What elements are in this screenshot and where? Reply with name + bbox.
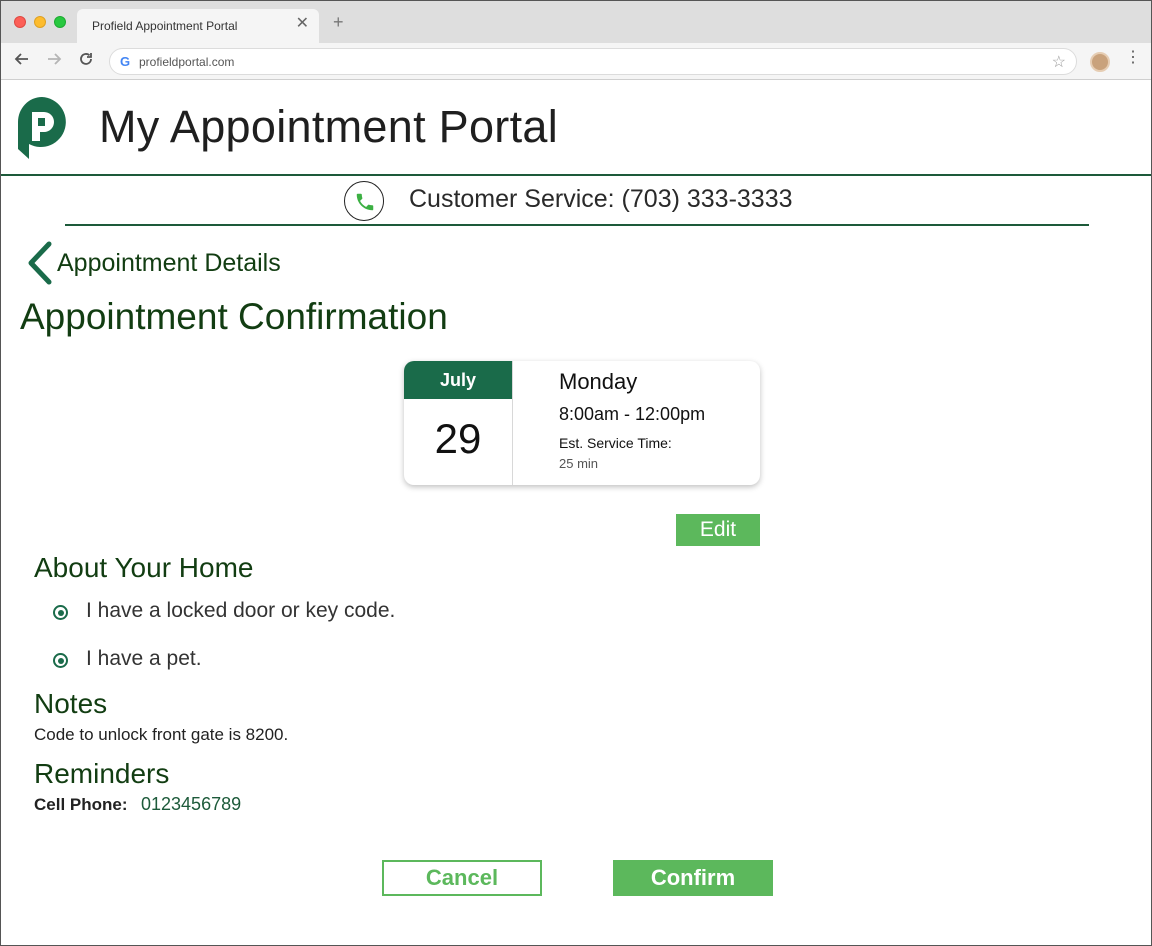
minimize-window-button[interactable]: [34, 16, 46, 28]
app-title: My Appointment Portal: [99, 101, 559, 152]
notes-text: Code to unlock front gate is 8200.: [34, 725, 289, 744]
about-home-heading: About Your Home: [34, 552, 254, 583]
back-arrow-icon[interactable]: [14, 51, 30, 71]
browser-window: Profield Appointment Portal ✕ + G profie…: [0, 0, 1152, 946]
est-service-time-label: Est. Service Time:: [559, 435, 672, 451]
cell-phone-label: Cell Phone:: [34, 795, 128, 814]
radio-selected-icon[interactable]: [53, 653, 68, 668]
radio-selected-icon[interactable]: [53, 605, 68, 620]
customer-service-bar: Customer Service: (703) 333-3333: [1, 179, 1151, 221]
address-bar[interactable]: G profieldportal.com ☆: [109, 48, 1077, 75]
cell-phone-value: 0123456789: [141, 794, 242, 814]
notes-heading: Notes: [34, 688, 108, 719]
cancel-button[interactable]: Cancel: [382, 860, 542, 896]
tab-title: Profield Appointment Portal: [92, 19, 238, 33]
menu-icon[interactable]: ⋮: [1125, 50, 1141, 66]
reload-icon[interactable]: [78, 51, 94, 71]
edit-button[interactable]: Edit: [676, 514, 760, 546]
appointment-weekday: Monday: [559, 369, 638, 394]
browser-toolbar: G profieldportal.com ☆ ⋮: [1, 43, 1151, 80]
header-divider: [1, 174, 1151, 176]
appointment-card: July 29 Monday 8:00am - 12:00pm Est. Ser…: [404, 361, 760, 485]
url-text[interactable]: profieldportal.com: [139, 55, 234, 69]
star-icon[interactable]: ☆: [1052, 52, 1066, 72]
browser-tab[interactable]: Profield Appointment Portal ✕: [77, 9, 319, 43]
chevron-left-icon[interactable]: [23, 241, 53, 285]
page-title: Appointment Confirmation: [20, 296, 448, 337]
tab-bar: Profield Appointment Portal ✕ +: [1, 1, 1151, 43]
forward-arrow-icon[interactable]: [46, 51, 62, 71]
phone-icon[interactable]: [344, 181, 384, 221]
profield-logo-icon: [18, 97, 66, 159]
appointment-time-range: 8:00am - 12:00pm: [559, 404, 706, 424]
google-icon: G: [120, 54, 131, 69]
appointment-day: 29: [434, 415, 482, 462]
reminders-heading: Reminders: [34, 758, 170, 789]
tab-close-icon[interactable]: ✕: [296, 16, 309, 32]
customer-service-text: Customer Service: (703) 333-3333: [409, 185, 793, 213]
est-service-time-value: 25 min: [559, 456, 599, 471]
back-link-label[interactable]: Appointment Details: [57, 249, 281, 278]
option-label[interactable]: I have a pet.: [86, 647, 202, 671]
confirm-button[interactable]: Confirm: [613, 860, 773, 896]
new-tab-button[interactable]: +: [333, 13, 344, 31]
customer-service-divider: [65, 224, 1089, 226]
card-divider: [512, 361, 513, 485]
appointment-month: July: [404, 361, 512, 399]
close-window-button[interactable]: [14, 16, 26, 28]
profile-icon[interactable]: [1090, 52, 1110, 72]
option-label[interactable]: I have a locked door or key code.: [86, 599, 395, 623]
maximize-window-button[interactable]: [54, 16, 66, 28]
